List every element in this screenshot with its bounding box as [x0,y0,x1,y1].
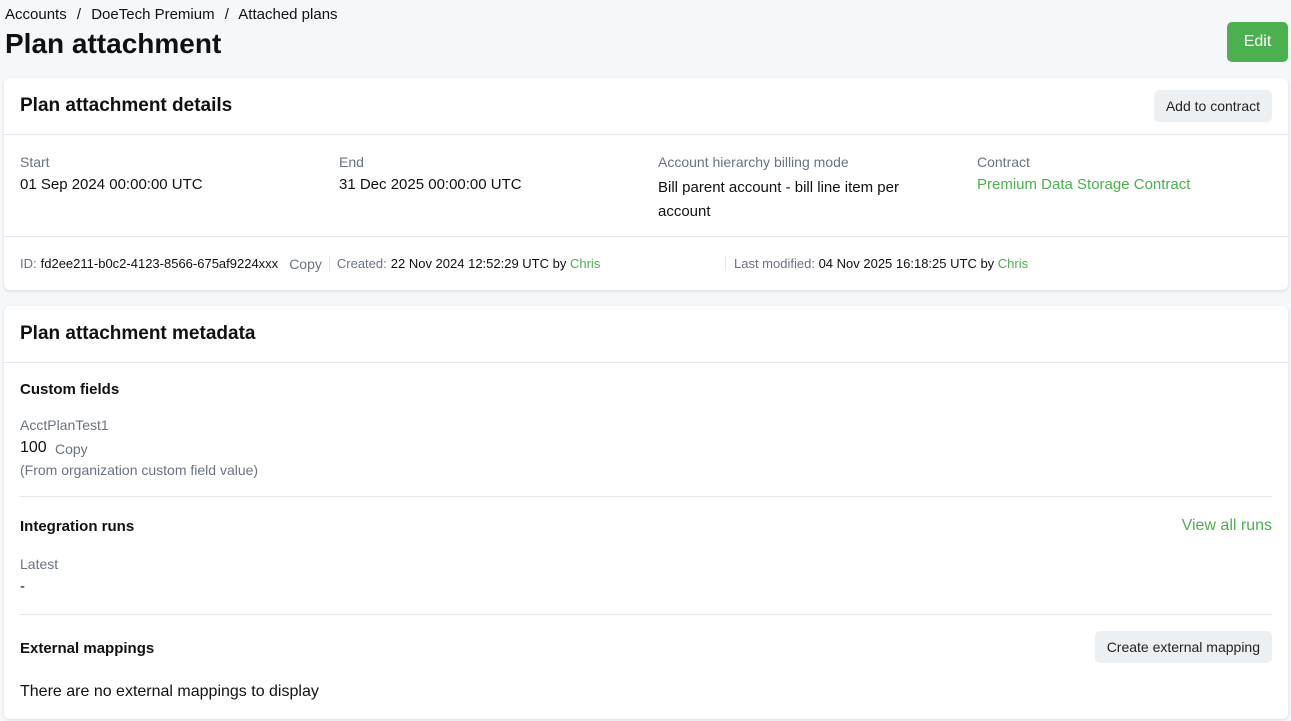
contract-link[interactable]: Premium Data Storage Contract [977,176,1190,193]
details-card: Plan attachment details Add to contract … [4,78,1288,290]
edit-button[interactable]: Edit [1227,22,1288,62]
end-value: 31 Dec 2025 00:00:00 UTC [339,176,522,193]
custom-fields-heading: Custom fields [20,381,120,398]
empty-mappings-text: There are no external mappings to displa… [20,683,319,700]
card-title: Plan attachment metadata [20,323,256,344]
contract-label: Contract [977,154,1030,170]
card-title: Plan attachment details [20,95,233,116]
breadcrumb-separator: / [76,6,82,23]
breadcrumb: Accounts / DoeTech Premium / Attached pl… [5,6,338,23]
latest-label: Latest [20,556,59,572]
field-name: AcctPlanTest1 [20,417,109,433]
end-label: End [339,154,364,170]
add-to-contract-button[interactable]: Add to contract [1153,90,1272,122]
copy-field-button[interactable]: Copy [55,441,88,457]
breadcrumb-account[interactable]: DoeTech Premium [91,6,214,23]
start-value: 01 Sep 2024 00:00:00 UTC [20,176,203,193]
metadata-card: Plan attachment metadata Custom fields A… [4,306,1288,719]
field-note: (From organization custom field value) [20,462,259,478]
modified-by-link[interactable]: Chris [998,256,1028,271]
modified-value: 04 Nov 2025 16:18:25 UTC by [818,256,995,271]
breadcrumb-separator: / [224,6,229,23]
start-label: Start [20,154,50,170]
view-all-runs-link[interactable]: View all runs [1182,517,1272,535]
id-label: ID: [20,256,37,271]
external-mappings-heading: External mappings [20,640,155,657]
breadcrumb-current: Attached plans [238,6,338,23]
id-value: fd2ee211-b0c2-4123-8566-675af9224xxx [40,256,279,271]
breadcrumb-accounts[interactable]: Accounts [5,6,67,23]
created-label: Created: [336,256,387,271]
modified-label: Last modified: [734,256,815,271]
copy-id-button[interactable]: Copy [289,256,330,272]
billing-mode-value: Bill parent account - bill line item per… [658,179,899,220]
integration-runs-heading: Integration runs [20,518,135,535]
create-external-mapping-button[interactable]: Create external mapping [1094,631,1272,663]
field-value: 100 [20,439,47,456]
created-by-link[interactable]: Chris [570,256,600,272]
page-title: Plan attachment [5,28,222,59]
billing-mode-label: Account hierarchy billing mode [658,154,849,170]
latest-value: - [20,578,25,595]
created-value: 22 Nov 2024 12:52:29 UTC by [390,256,567,271]
